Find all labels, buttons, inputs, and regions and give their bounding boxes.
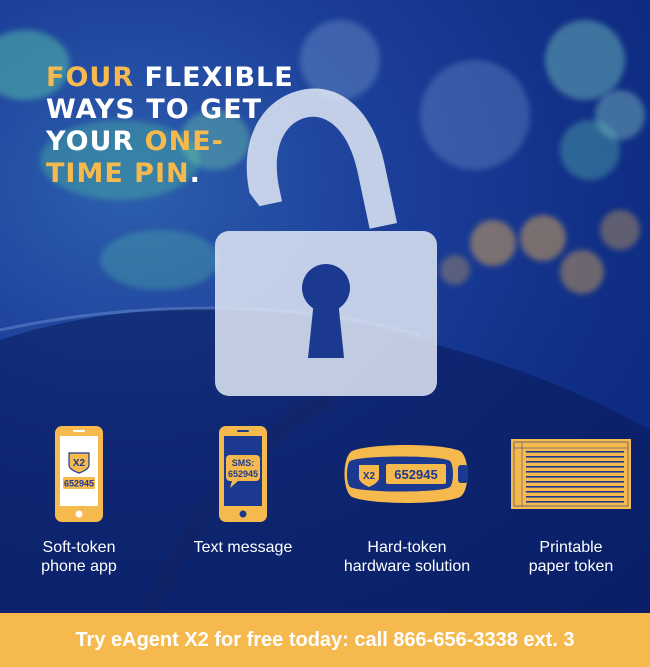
option-label: Printable paper token xyxy=(528,539,614,575)
option-hard-token: X2 652945 Hard-token hardware solution xyxy=(332,424,482,576)
option-paper-token: Printable paper token xyxy=(496,424,646,576)
hero-background: FOUR FLEXIBLE WAYS TO GET YOUR ONE- TIME… xyxy=(0,0,650,613)
svg-text:X2: X2 xyxy=(363,471,376,482)
option-label: Hard-token hardware solution xyxy=(343,539,471,575)
svg-text:652945: 652945 xyxy=(394,467,437,482)
padlock-icon xyxy=(215,88,437,396)
cta-text[interactable]: Try eAgent X2 for free today: call 866-6… xyxy=(75,629,574,652)
cta-banner[interactable]: Try eAgent X2 for free today: call 866-6… xyxy=(0,613,650,667)
option-label: Soft-token phone app xyxy=(41,539,117,575)
svg-text:SMS:: SMS: xyxy=(232,458,255,468)
phone-icon: X2 652945 xyxy=(4,424,154,524)
svg-text:652945: 652945 xyxy=(228,469,258,479)
option-label: Text message xyxy=(193,539,293,556)
keyfob-icon: X2 652945 xyxy=(332,424,482,524)
option-soft-token: X2 652945 Soft-token phone app xyxy=(4,424,154,576)
option-text-message: SMS: 652945 Text message xyxy=(168,424,318,557)
svg-text:652945: 652945 xyxy=(64,479,94,489)
sms-phone-icon: SMS: 652945 xyxy=(168,424,318,524)
paper-token-icon xyxy=(496,424,646,524)
svg-text:X2: X2 xyxy=(73,458,86,469)
